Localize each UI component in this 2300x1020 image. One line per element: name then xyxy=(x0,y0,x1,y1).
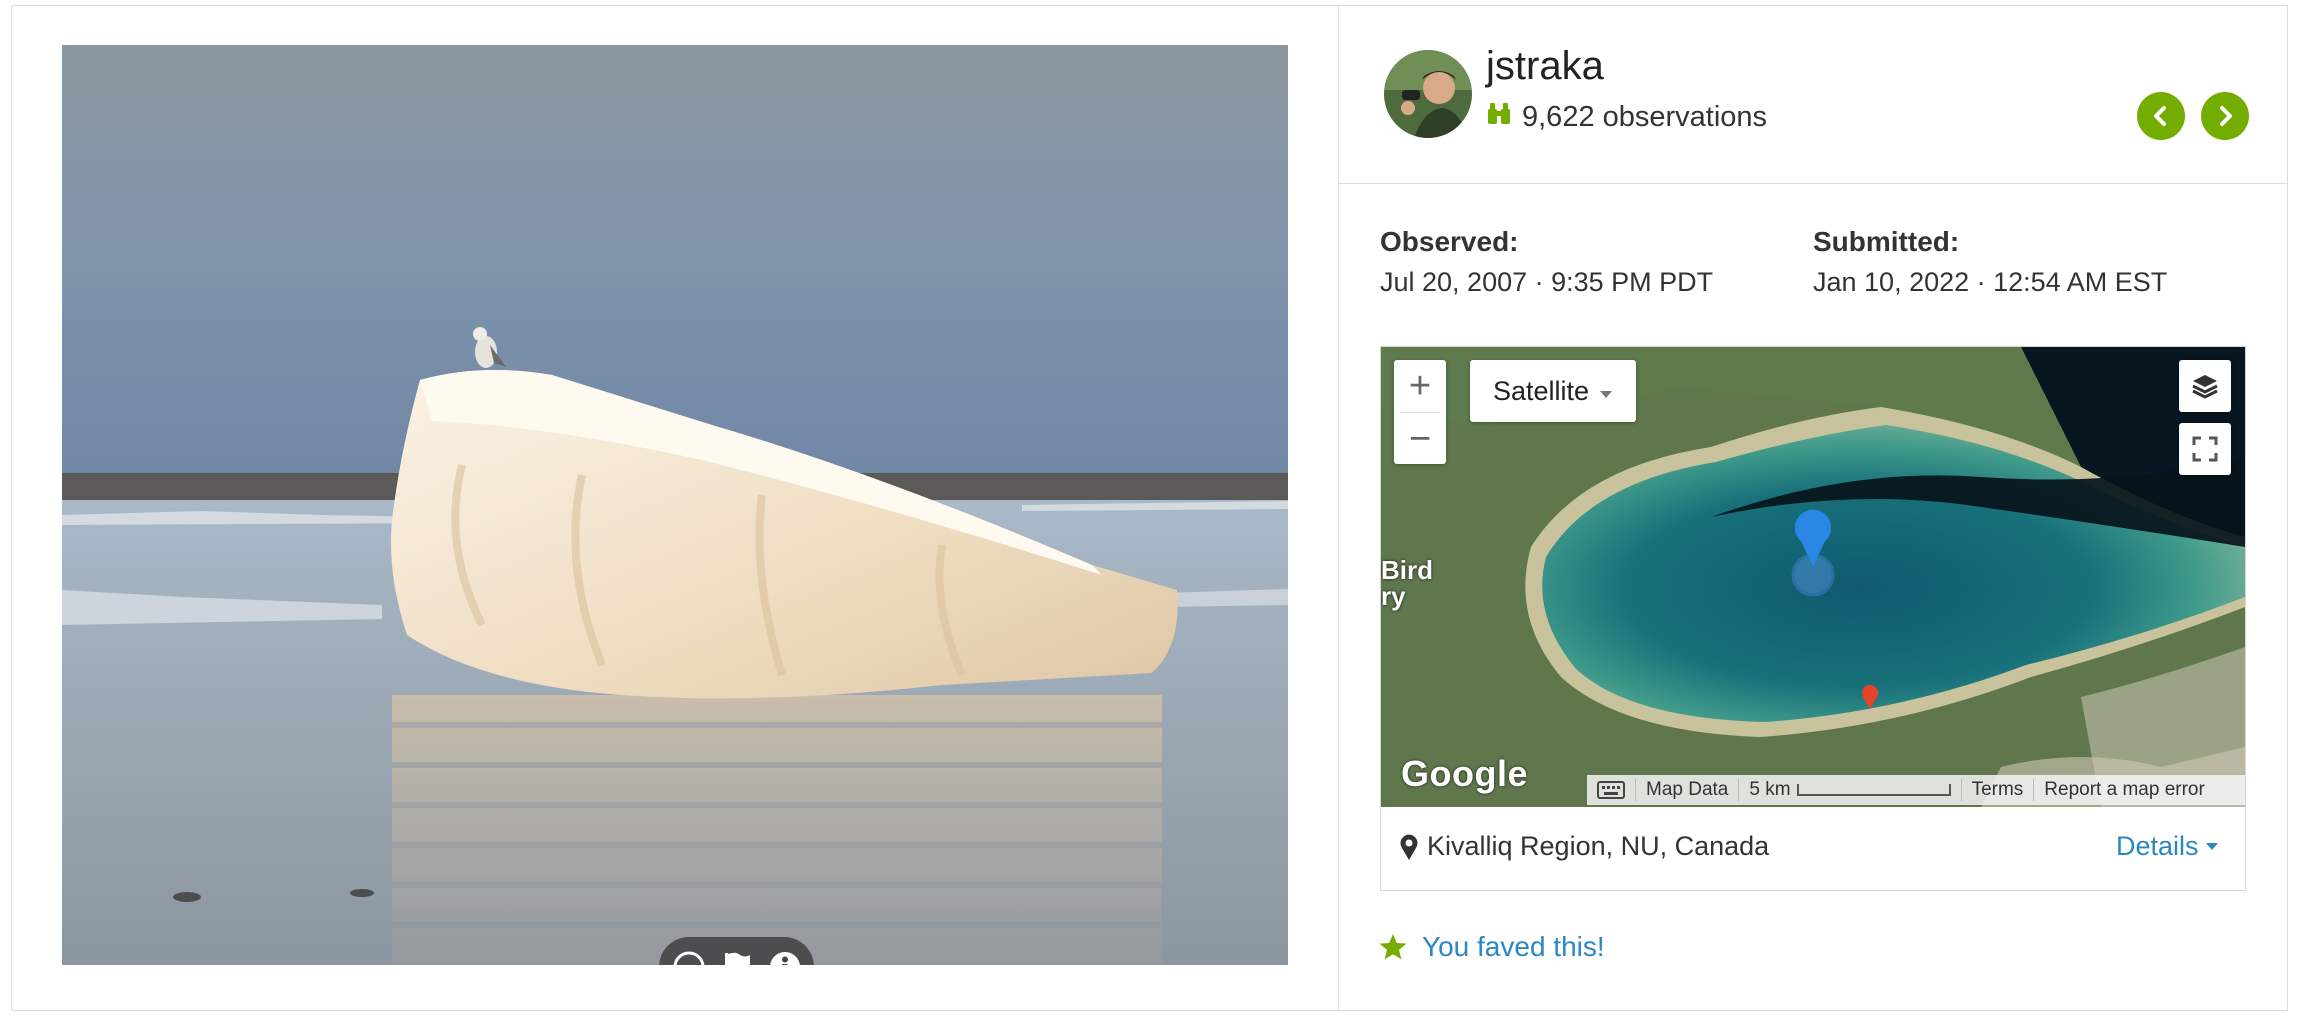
map-data-link[interactable]: Map Data xyxy=(1636,779,1740,801)
chevron-left-icon xyxy=(2154,106,2166,126)
fullscreen-icon xyxy=(2192,436,2218,462)
map[interactable]: Bird ry + − Satellite Google Map Data 5 … xyxy=(1381,347,2245,807)
fullscreen-button[interactable] xyxy=(2179,423,2231,475)
username[interactable]: jstraka xyxy=(1486,44,1604,89)
layers-button[interactable] xyxy=(2179,360,2231,412)
observation-photo[interactable]: cc xyxy=(62,45,1288,965)
map-type-dropdown[interactable]: Satellite xyxy=(1470,360,1636,422)
map-scale: 5 km xyxy=(1739,779,1962,801)
next-observation-button[interactable] xyxy=(2201,92,2249,140)
submitted-date: Jan 10, 2022 · 12:54 AM EST xyxy=(1813,267,2168,297)
star-icon xyxy=(1379,934,1407,960)
location-row: Kivalliq Region, NU, Canada Details xyxy=(1381,807,2245,890)
fave-toggle[interactable]: You faved this! xyxy=(1378,931,1605,963)
binoculars-icon xyxy=(1486,100,1512,134)
report-map-error-link[interactable]: Report a map error xyxy=(2034,779,2215,801)
zoom-out-button[interactable]: − xyxy=(1394,413,1446,465)
keyboard-icon xyxy=(1597,781,1625,799)
google-logo: Google xyxy=(1401,753,1528,794)
observation-count[interactable]: 9,622 observations xyxy=(1486,100,1767,134)
submitted-label: Submitted: xyxy=(1813,226,1960,257)
flag-icon[interactable] xyxy=(719,949,755,965)
details-label: Details xyxy=(2116,831,2199,861)
info-icon[interactable] xyxy=(767,949,803,965)
map-place-label: Bird ry xyxy=(1381,555,1433,611)
keyboard-shortcuts-button[interactable] xyxy=(1587,779,1636,801)
divider-vertical xyxy=(1338,5,1339,1011)
details-dropdown[interactable]: Details xyxy=(2116,831,2219,862)
map-attribution-bar: Map Data 5 km Terms Report a map error xyxy=(1587,775,2245,805)
previous-observation-button[interactable] xyxy=(2137,92,2185,140)
location-text: Kivalliq Region, NU, Canada xyxy=(1427,831,1770,861)
scale-bar xyxy=(1796,784,1951,796)
terms-link[interactable]: Terms xyxy=(1962,779,2035,801)
caret-down-icon xyxy=(1599,376,1613,407)
avatar[interactable] xyxy=(1384,50,1472,138)
fave-text: You faved this! xyxy=(1422,931,1605,962)
divider-horizontal xyxy=(1339,183,2288,184)
map-marker-icon xyxy=(1399,833,1419,866)
map-container: Bird ry + − Satellite Google Map Data 5 … xyxy=(1380,346,2246,891)
zoom-control: + − xyxy=(1394,360,1446,464)
zoom-in-button[interactable]: + xyxy=(1394,360,1446,412)
photo-controls: cc xyxy=(659,937,814,965)
layers-icon xyxy=(2192,375,2218,399)
caret-down-icon xyxy=(2205,842,2218,850)
observed-label: Observed: xyxy=(1380,226,1519,257)
observation-count-text: 9,622 observations xyxy=(1522,100,1768,133)
cc-license-icon[interactable]: cc xyxy=(671,949,707,965)
observed-date: Jul 20, 2007 · 9:35 PM PDT xyxy=(1380,267,1714,297)
chevron-right-icon xyxy=(2220,106,2232,126)
scale-label: 5 km xyxy=(1749,779,1791,800)
svg-text:cc: cc xyxy=(681,960,697,965)
map-type-label: Satellite xyxy=(1492,375,1590,406)
